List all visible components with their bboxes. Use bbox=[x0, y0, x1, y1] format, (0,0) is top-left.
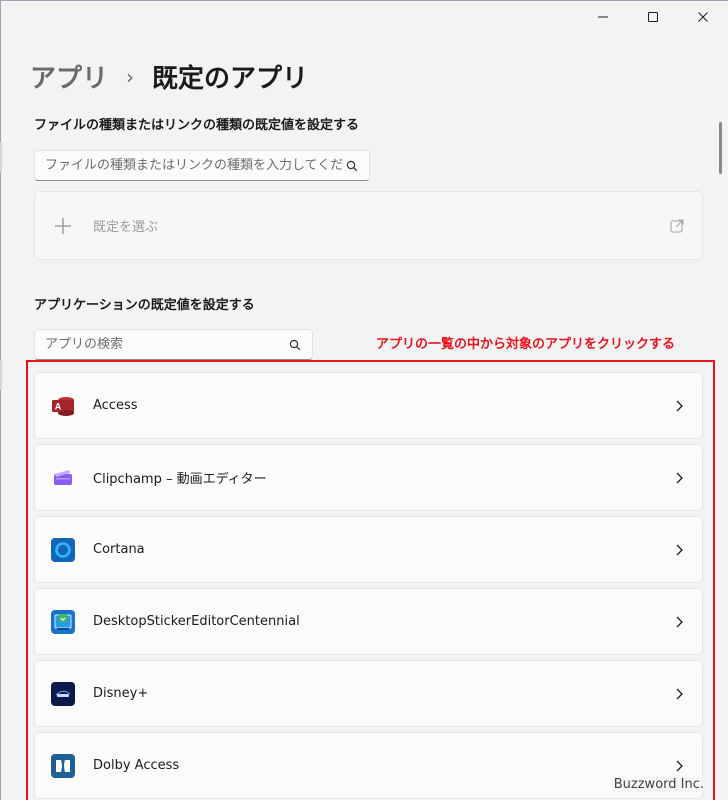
instruction-annotation: アプリの一覧の中から対象のアプリをクリックする bbox=[376, 337, 676, 352]
choose-default-card: 既定を選ぶ bbox=[34, 191, 703, 260]
side-nav-edge bbox=[0, 360, 2, 390]
close-button[interactable] bbox=[678, 0, 728, 34]
app-name: DesktopStickerEditorCentennial bbox=[93, 614, 300, 629]
breadcrumb-parent-link[interactable]: アプリ bbox=[30, 58, 108, 95]
breadcrumb: アプリ › 既定のアプリ bbox=[30, 58, 308, 95]
app-search-box[interactable] bbox=[34, 329, 313, 360]
app-row-desktop-sticker-editor[interactable]: DesktopStickerEditorCentennial bbox=[34, 588, 703, 655]
plus-icon bbox=[55, 217, 71, 234]
maximize-button[interactable] bbox=[628, 0, 678, 34]
close-icon bbox=[698, 12, 708, 22]
app-row-disney-plus[interactable]: Disney+ bbox=[34, 660, 703, 727]
watermark: Buzzword Inc. bbox=[611, 777, 706, 792]
chevron-right-icon bbox=[676, 760, 683, 772]
disney-plus-icon bbox=[51, 681, 75, 706]
chevron-right-icon bbox=[676, 472, 683, 484]
file-type-section-title: ファイルの種類またはリンクの種類の既定値を設定する bbox=[34, 118, 360, 133]
app-section-title: アプリケーションの既定値を設定する bbox=[34, 298, 255, 313]
app-row-cortana[interactable]: Cortana bbox=[34, 516, 703, 583]
app-name: Cortana bbox=[93, 542, 145, 557]
app-row-clipchamp[interactable]: Clipchamp – 動画エディター bbox=[34, 444, 703, 511]
minimize-button[interactable] bbox=[578, 0, 628, 34]
cortana-icon bbox=[51, 537, 75, 562]
choose-default-label: 既定を選ぶ bbox=[93, 220, 159, 235]
app-name: Dolby Access bbox=[93, 758, 180, 773]
file-type-search-input[interactable] bbox=[45, 158, 345, 173]
chevron-right-icon bbox=[676, 400, 683, 412]
page-title: 既定のアプリ bbox=[152, 64, 309, 94]
breadcrumb-separator: › bbox=[126, 64, 135, 89]
side-nav-edge bbox=[0, 142, 2, 172]
minimize-icon bbox=[598, 16, 608, 18]
search-icon[interactable] bbox=[345, 159, 359, 173]
app-name: Access bbox=[93, 398, 138, 413]
search-icon[interactable] bbox=[288, 338, 302, 352]
svg-text:A: A bbox=[55, 401, 62, 411]
app-name: Disney+ bbox=[93, 686, 149, 701]
app-row-dolby-access[interactable]: Dolby Access bbox=[34, 732, 703, 799]
file-type-search-box[interactable] bbox=[34, 150, 370, 181]
dolby-access-icon bbox=[51, 753, 75, 778]
chevron-right-icon bbox=[676, 544, 683, 556]
chevron-right-icon bbox=[676, 616, 683, 628]
sticker-editor-icon bbox=[51, 609, 75, 634]
app-list: A Access Clipchamp – 動画エディター Cortana Des… bbox=[34, 372, 703, 800]
access-icon: A bbox=[51, 394, 75, 418]
app-search-input[interactable] bbox=[45, 337, 288, 352]
scrollbar-thumb[interactable] bbox=[719, 122, 722, 174]
open-external-icon bbox=[670, 219, 684, 233]
app-name: Clipchamp – 動画エディター bbox=[93, 472, 267, 487]
maximize-icon bbox=[648, 12, 658, 22]
app-row-access[interactable]: A Access bbox=[34, 372, 703, 439]
clipchamp-icon bbox=[51, 466, 75, 490]
chevron-right-icon bbox=[676, 688, 683, 700]
title-bar-controls bbox=[578, 0, 728, 36]
